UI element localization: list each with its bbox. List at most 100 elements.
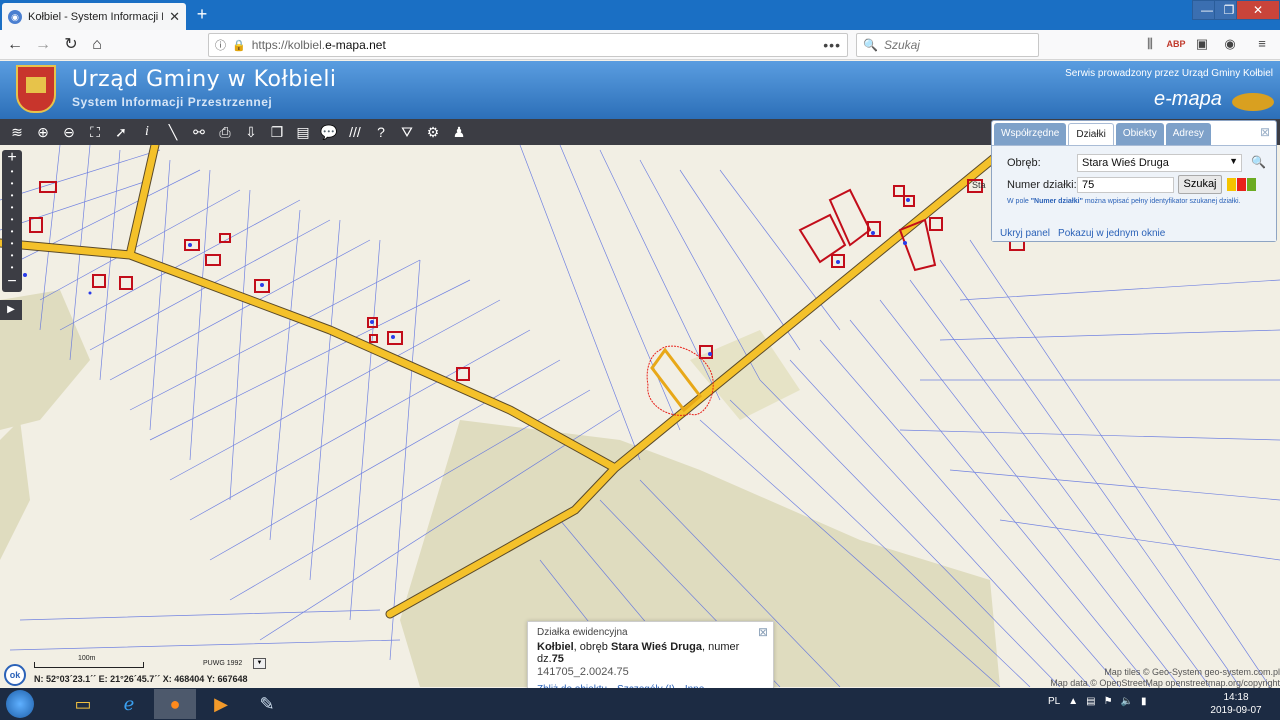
menu-icon[interactable]: ≡ xyxy=(1252,34,1272,54)
url-bar[interactable]: ⓘ 🔒 https://kolbiel.e-mapa.net ••• xyxy=(208,33,848,57)
panel-tabs: Współrzędne Działki Obiekty Adresy xyxy=(994,123,1274,145)
coat-of-arms-logo xyxy=(16,65,56,113)
color-swatch-red[interactable] xyxy=(1237,178,1246,191)
language-indicator[interactable]: PL xyxy=(1048,696,1060,707)
attribution-tiles[interactable]: Map tiles © Geo-System geo-system.com.pl xyxy=(1036,667,1280,678)
site-subtitle: System Informacji Przestrzennej xyxy=(72,95,273,109)
hide-panel-link[interactable]: Ukryj panel xyxy=(1000,228,1050,239)
page-actions-icon[interactable]: ••• xyxy=(823,37,841,53)
close-window-button[interactable]: ✕ xyxy=(1236,0,1280,20)
signal-icon[interactable]: ▮ xyxy=(1141,696,1147,707)
coordinates-readout: N: 52°03´23.1´´ E: 21°26´45.7´´ X: 46840… xyxy=(34,674,248,684)
single-window-link[interactable]: Pokazuj w jednym oknie xyxy=(1058,228,1165,239)
browser-search-input[interactable] xyxy=(883,38,1034,52)
info-icon[interactable]: ⓘ xyxy=(215,37,226,53)
color-swatch-green[interactable] xyxy=(1247,178,1256,191)
start-button[interactable] xyxy=(6,690,34,718)
obreb-value: Stara Wieś Druga xyxy=(1082,157,1169,169)
hatch-icon[interactable]: /// xyxy=(342,119,368,145)
panel-body: Obręb: Stara Wieś Druga ▼ 🔍 Numer działk… xyxy=(992,145,1276,241)
obreb-select[interactable]: Stara Wieś Druga ▼ xyxy=(1077,154,1242,172)
status-bar: ok 100m PUWG 1992 ▼ N: 52°03´23.1´´ E: 2… xyxy=(0,655,280,687)
tab-wspolrzedne[interactable]: Współrzędne xyxy=(994,123,1067,145)
reload-icon[interactable]: ↻ xyxy=(60,34,82,56)
settings-icon[interactable]: ⚙ xyxy=(420,119,446,145)
emapa-logo: e-mapa xyxy=(1154,88,1222,110)
site-title: Urząd Gminy w Kołbieli xyxy=(72,67,337,92)
help-icon[interactable]: ? xyxy=(368,119,394,145)
chevron-down-icon: ▼ xyxy=(1229,156,1238,166)
zoom-level-dots[interactable]: • • • • • • • • • xyxy=(2,166,22,274)
full-extent-icon[interactable]: ⛶ xyxy=(82,119,108,145)
scale-label: 100m xyxy=(78,655,96,662)
forward-icon[interactable]: → xyxy=(32,34,54,56)
sidebar-icon[interactable]: ▣ xyxy=(1192,34,1212,54)
obreb-label: Obręb: xyxy=(1007,157,1041,169)
expand-panel-icon[interactable]: ▶ xyxy=(0,300,22,320)
library-icon[interactable]: ⫼ xyxy=(1140,34,1160,54)
layers-icon[interactable]: ≋ xyxy=(4,119,30,145)
measure-icon[interactable]: ╲ xyxy=(160,119,186,145)
svg-text:Sta: Sta xyxy=(972,180,986,190)
scale-bar xyxy=(34,662,144,668)
geo-system-logo xyxy=(1232,93,1274,111)
crs-dropdown-icon[interactable]: ▼ xyxy=(253,658,266,669)
users-icon[interactable]: ♟ xyxy=(446,119,472,145)
parcel-popup: Działka ewidencyjna Kołbiel, obręb Stara… xyxy=(527,621,774,695)
site-header: Urząd Gminy w Kołbieli System Informacji… xyxy=(0,61,1280,119)
comment-icon[interactable]: 💬 xyxy=(316,119,342,145)
system-tray: PL ▲ ▤ ⚑ 🔈 ▮ xyxy=(1048,696,1147,707)
copy-icon[interactable]: ❐ xyxy=(264,119,290,145)
download-icon[interactable]: ⇩ xyxy=(238,119,264,145)
firefox-icon[interactable]: ● xyxy=(154,689,196,719)
zoom-minus-icon[interactable]: − xyxy=(2,274,22,290)
numer-dzialki-input[interactable]: 75 xyxy=(1077,177,1174,193)
media-player-icon[interactable]: ▶ xyxy=(200,689,242,719)
ok-button[interactable]: ok xyxy=(4,664,26,686)
select-arrow-icon[interactable]: ➚ xyxy=(108,119,134,145)
print-icon[interactable]: ⎙ xyxy=(212,119,238,145)
search-icon[interactable]: 🔍 xyxy=(1251,155,1266,169)
zoom-in-icon[interactable]: ⊕ xyxy=(30,119,56,145)
volume-icon[interactable]: 🔈 xyxy=(1121,696,1133,707)
popup-parcel-info: Kołbiel, obręb Stara Wieś Druga, numer d… xyxy=(537,641,740,665)
new-tab-button[interactable]: + xyxy=(192,4,212,24)
popup-parcel-id: 141705_2.0024.75 xyxy=(537,666,629,678)
zoom-plus-icon[interactable]: + xyxy=(2,150,22,166)
service-note: Serwis prowadzony przez Urząd Gminy Kołb… xyxy=(1065,68,1273,79)
browser-search-box[interactable]: 🔍 xyxy=(856,33,1039,57)
browser-tab-strip: ◉ Kołbiel - System Informacji Prz ✕ + — … xyxy=(0,0,1280,30)
url-text[interactable]: https://kolbiel.e-mapa.net xyxy=(252,38,386,52)
home-icon[interactable]: ⌂ xyxy=(86,34,108,56)
account-icon[interactable]: ◉ xyxy=(1220,34,1240,54)
file-explorer-icon[interactable]: ▭ xyxy=(62,689,104,719)
adblock-icon[interactable]: ABP xyxy=(1166,34,1186,54)
browser-tab[interactable]: ◉ Kołbiel - System Informacji Prz ✕ xyxy=(2,3,186,30)
tab-dzialki[interactable]: Działki xyxy=(1068,123,1114,145)
szukaj-button[interactable]: Szukaj xyxy=(1178,175,1222,194)
flag-icon[interactable]: ⚑ xyxy=(1104,696,1113,707)
layout-icon[interactable]: ▤ xyxy=(290,119,316,145)
back-icon[interactable]: ← xyxy=(4,34,26,56)
tab-obiekty[interactable]: Obiekty xyxy=(1115,123,1164,145)
internet-explorer-icon[interactable]: ℯ xyxy=(108,689,150,719)
panel-close-icon[interactable]: ⊠ xyxy=(1260,125,1270,139)
tab-adresy[interactable]: Adresy xyxy=(1165,123,1211,145)
zoom-slider[interactable]: + • • • • • • • • • − xyxy=(2,150,22,292)
browser-nav-bar: ← → ↻ ⌂ ⓘ 🔒 https://kolbiel.e-mapa.net •… xyxy=(0,30,1280,60)
zoom-out-icon[interactable]: ⊖ xyxy=(56,119,82,145)
clock[interactable]: 14:18 2019-09-07 xyxy=(1206,691,1266,717)
tool-app-icon[interactable]: ✎ xyxy=(246,689,288,719)
link-icon[interactable]: ⚯ xyxy=(186,119,212,145)
color-swatch-yellow[interactable] xyxy=(1227,178,1236,191)
windows-taskbar: ▭ ℯ ● ▶ ✎ PL ▲ ▤ ⚑ 🔈 ▮ 14:18 2019-09-07 xyxy=(0,688,1280,720)
north-icon[interactable]: ⛛ xyxy=(394,119,420,145)
network-icon[interactable]: ▤ xyxy=(1086,696,1095,707)
tray-arrow-icon[interactable]: ▲ xyxy=(1068,696,1078,707)
site-favicon-icon: ◉ xyxy=(8,9,22,24)
panel-links: Ukryj panel Pokazuj w jednym oknie xyxy=(1000,228,1165,239)
popup-close-icon[interactable]: ⊠ xyxy=(758,625,768,639)
lock-icon[interactable]: 🔒 xyxy=(232,39,246,52)
close-tab-icon[interactable]: ✕ xyxy=(169,9,180,25)
info-tool-icon[interactable]: i xyxy=(134,119,160,145)
